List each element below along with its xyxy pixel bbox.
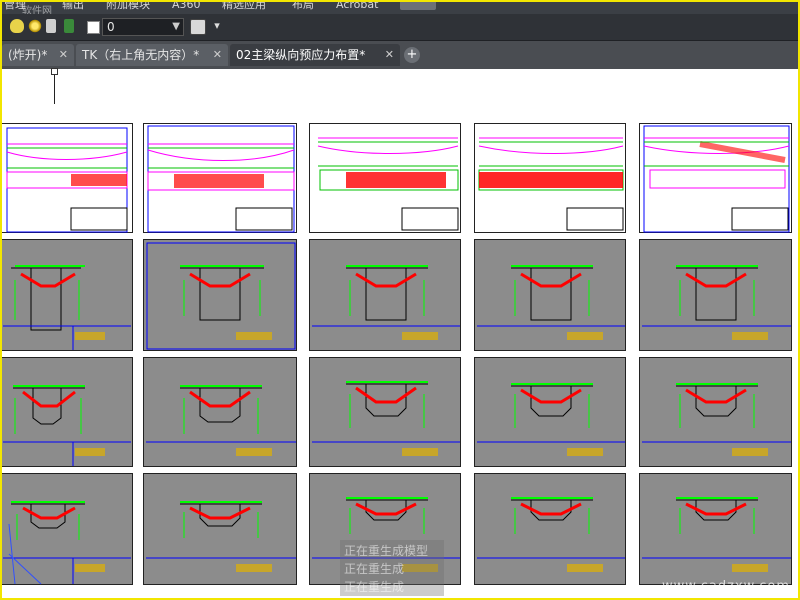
tab-exploded[interactable]: (炸开)* ✕ bbox=[2, 44, 74, 66]
document-tab-bar: (炸开)* ✕ TK（右上角无内容）* ✕ 02主梁纵向预应力布置* ✕ + bbox=[2, 41, 798, 69]
freeze-icon[interactable] bbox=[64, 19, 74, 33]
add-tab-button[interactable]: + bbox=[404, 47, 420, 63]
ribbon-tab-output[interactable]: 输出 bbox=[62, 2, 84, 11]
elevation-sheet[interactable] bbox=[143, 123, 297, 233]
cross-section-sheet[interactable] bbox=[474, 473, 626, 585]
cross-section-sheet[interactable] bbox=[2, 239, 133, 351]
layer-props-icon[interactable] bbox=[190, 19, 206, 35]
tab-label: 02主梁纵向预应力布置* bbox=[236, 48, 366, 62]
color-swatch-icon bbox=[87, 21, 100, 34]
app-window: 管理 输出 附加模块 A360 精选应用 布局 Acrobat 软件网 0 ▼ … bbox=[0, 0, 800, 600]
elevation-sheet[interactable] bbox=[474, 123, 626, 233]
lightbulb-icon[interactable] bbox=[10, 19, 24, 33]
tab-label: TK（右上角无内容）* bbox=[82, 48, 200, 62]
elevation-sheet[interactable] bbox=[2, 123, 133, 233]
tab-label: (炸开)* bbox=[8, 48, 48, 62]
close-icon[interactable]: ✕ bbox=[59, 44, 68, 66]
elevation-sheet[interactable] bbox=[639, 123, 792, 233]
ribbon-tab-acrobat[interactable]: Acrobat bbox=[336, 2, 378, 11]
cross-section-sheet[interactable] bbox=[639, 239, 792, 351]
regen-status-overlay: 正在重生成模型 正在重生成 正在重生成 bbox=[340, 540, 444, 596]
menu-icon[interactable]: ▾ bbox=[210, 19, 224, 33]
site-watermark: www.cadzxw.com bbox=[661, 579, 790, 594]
ribbon-tab-a360[interactable]: A360 bbox=[172, 2, 201, 11]
cross-section-sheet[interactable] bbox=[309, 357, 461, 467]
ribbon-tab-bar: 管理 输出 附加模块 A360 精选应用 布局 Acrobat bbox=[2, 2, 798, 14]
lock-icon[interactable] bbox=[46, 19, 56, 33]
ribbon-extra-button[interactable] bbox=[400, 2, 436, 10]
tab-tk[interactable]: TK（右上角无内容）* ✕ bbox=[76, 44, 228, 66]
status-line: 正在重生成 bbox=[344, 562, 405, 576]
cross-section-sheet[interactable] bbox=[309, 239, 461, 351]
cross-section-sheet[interactable] bbox=[2, 357, 133, 467]
cross-section-sheet[interactable] bbox=[474, 239, 626, 351]
ribbon-tab-layout[interactable]: 布局 bbox=[292, 2, 314, 11]
cursor-pickbox bbox=[51, 68, 58, 75]
tab-girder-prestress[interactable]: 02主梁纵向预应力布置* ✕ bbox=[230, 44, 400, 66]
layer-dropdown[interactable]: 0 ▼ bbox=[87, 18, 184, 36]
layer-toolbar: 0 ▼ ▾ bbox=[2, 14, 798, 41]
cross-section-sheet[interactable] bbox=[474, 357, 626, 467]
ribbon-tab-featured-apps[interactable]: 精选应用 bbox=[222, 2, 266, 11]
cross-section-sheet[interactable] bbox=[143, 357, 297, 467]
close-icon[interactable]: ✕ bbox=[213, 44, 222, 66]
cross-section-sheet[interactable] bbox=[639, 357, 792, 467]
ribbon-tab-addons[interactable]: 附加模块 bbox=[106, 2, 150, 11]
status-line: 正在重生成模型 bbox=[344, 544, 429, 558]
cross-section-sheet[interactable] bbox=[143, 473, 297, 585]
status-line: 正在重生成 bbox=[344, 580, 405, 594]
cross-section-sheet[interactable] bbox=[639, 473, 792, 585]
elevation-sheet[interactable] bbox=[309, 123, 461, 233]
close-icon[interactable]: ✕ bbox=[385, 44, 394, 66]
sun-icon[interactable] bbox=[28, 19, 42, 33]
cross-section-sheet[interactable] bbox=[143, 239, 297, 351]
chevron-down-icon: ▼ bbox=[172, 21, 180, 32]
drawing-canvas[interactable] bbox=[2, 68, 798, 598]
layer-name: 0 bbox=[107, 20, 115, 34]
cross-section-sheet[interactable] bbox=[2, 473, 133, 585]
